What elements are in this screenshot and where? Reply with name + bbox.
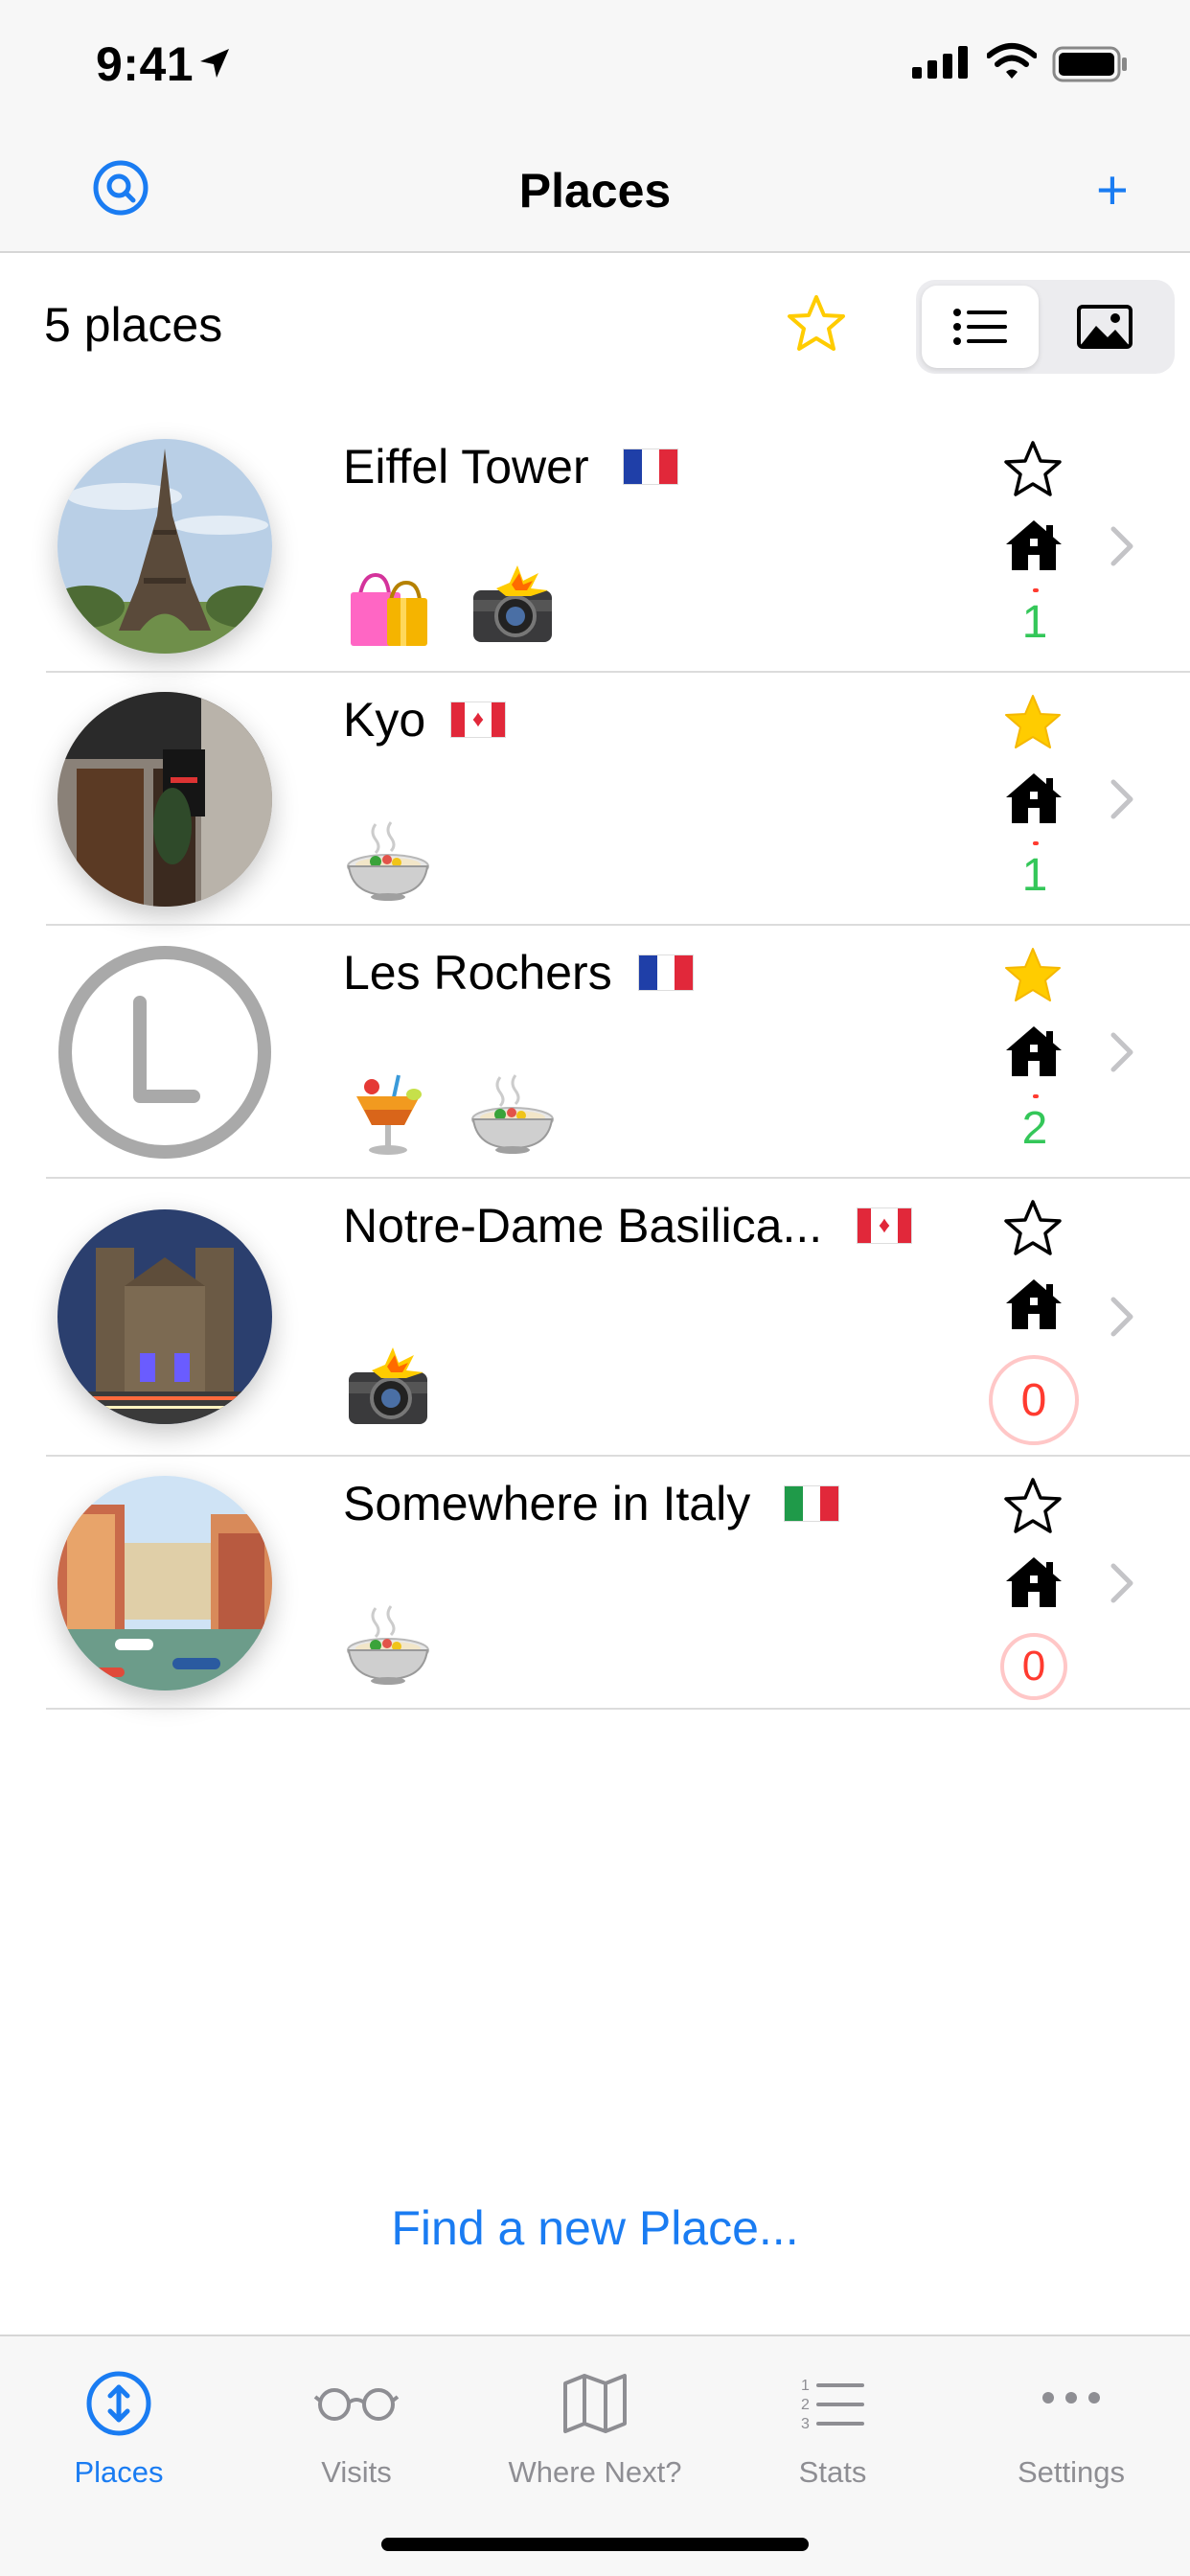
home-icon xyxy=(1004,518,1064,573)
tab-where-next[interactable]: Where Next? xyxy=(476,2358,714,2490)
places-count: 5 places xyxy=(44,298,223,352)
place-name: Eiffel Tower xyxy=(343,440,589,494)
list-view-button[interactable] xyxy=(922,286,1039,368)
favorite-star-icon[interactable] xyxy=(1002,692,1064,753)
wifi-icon xyxy=(987,43,1037,79)
camera-flash-icon xyxy=(468,562,558,652)
home-icon xyxy=(1004,1554,1064,1610)
tab-visits[interactable]: Visits xyxy=(238,2358,475,2490)
list-icon xyxy=(953,309,1007,345)
place-row[interactable]: Kyo ♦ 1 xyxy=(0,673,1190,926)
row-divider xyxy=(46,1708,1190,1710)
cellular-signal-icon xyxy=(912,46,968,79)
camera-flash-icon xyxy=(343,1344,433,1434)
place-row[interactable]: Les Rochers 2 xyxy=(0,926,1190,1179)
place-row[interactable]: Eiffel Tower 1 xyxy=(0,420,1190,673)
chevron-right-icon xyxy=(1108,1031,1136,1073)
favorites-filter-star-icon[interactable] xyxy=(786,293,847,355)
favorite-star-icon[interactable] xyxy=(1002,945,1064,1006)
more-icon xyxy=(1042,2392,1100,2404)
home-icon xyxy=(1004,1276,1064,1332)
home-icon xyxy=(1004,770,1064,826)
category-icons xyxy=(343,562,558,652)
svg-text:3: 3 xyxy=(801,2416,810,2432)
navigation-bar: 9:41 Places + xyxy=(0,0,1190,253)
category-icons xyxy=(343,815,433,905)
place-photo xyxy=(57,1476,272,1690)
visit-count-zero: 0 xyxy=(1000,1633,1067,1700)
chevron-right-icon xyxy=(1108,778,1136,820)
france-flag-icon xyxy=(638,954,694,991)
photo-view-button[interactable] xyxy=(1046,286,1163,368)
place-name: Notre-Dame Basilica... xyxy=(343,1199,823,1253)
visit-count-zero: 0 xyxy=(989,1355,1079,1445)
place-name: Somewhere in Italy xyxy=(343,1477,751,1530)
numbered-list-icon: 1 2 3 xyxy=(801,2378,864,2432)
add-place-button[interactable]: + xyxy=(1096,163,1129,218)
svg-text:1: 1 xyxy=(801,2378,810,2394)
map-icon xyxy=(563,2374,627,2433)
page-title: Places xyxy=(518,164,672,218)
canada-flag-icon: ♦ xyxy=(450,702,506,738)
place-row[interactable]: Notre-Dame Basilica... ♦ 0 xyxy=(0,1179,1190,1457)
place-letter-avatar xyxy=(57,945,272,1160)
tab-places[interactable]: Places xyxy=(0,2358,238,2490)
status-time: 9:41 xyxy=(96,37,195,91)
place-photo xyxy=(57,692,272,907)
place-name: Kyo xyxy=(343,693,426,747)
tab-stats[interactable]: 1 2 3 Stats xyxy=(714,2358,951,2490)
favorite-star-icon[interactable] xyxy=(1002,1198,1064,1259)
france-flag-icon xyxy=(623,448,678,485)
category-icons xyxy=(343,1598,433,1689)
tab-settings[interactable]: Settings xyxy=(952,2358,1190,2490)
place-row[interactable]: Somewhere in Italy 0 xyxy=(0,1457,1190,1710)
home-indicator xyxy=(381,2538,809,2551)
find-new-place-link[interactable]: Find a new Place... xyxy=(0,2200,1190,2256)
view-mode-segmented-control xyxy=(916,280,1175,374)
italy-flag-icon xyxy=(784,1485,839,1522)
cocktail-icon xyxy=(343,1068,433,1158)
chevron-right-icon xyxy=(1108,1296,1136,1338)
category-icons xyxy=(343,1068,558,1158)
chevron-right-icon xyxy=(1108,1562,1136,1604)
shopping-bags-icon xyxy=(343,562,433,652)
favorite-star-icon[interactable] xyxy=(1002,439,1064,500)
home-icon xyxy=(1004,1024,1064,1079)
places-icon xyxy=(86,2371,151,2436)
glasses-icon xyxy=(313,2388,400,2421)
battery-icon xyxy=(1052,46,1127,82)
photo-icon xyxy=(1077,305,1133,349)
chevron-right-icon xyxy=(1108,525,1136,567)
visit-count: 1 xyxy=(996,841,1073,902)
place-name: Les Rochers xyxy=(343,946,612,1000)
visit-count: 2 xyxy=(996,1094,1073,1155)
favorite-star-icon[interactable] xyxy=(1002,1476,1064,1537)
svg-text:2: 2 xyxy=(801,2397,810,2413)
place-photo xyxy=(57,1209,272,1424)
food-bowl-icon xyxy=(343,815,433,905)
canada-flag-icon: ♦ xyxy=(857,1208,912,1244)
visit-count: 1 xyxy=(996,588,1073,649)
location-arrow-icon xyxy=(200,49,229,78)
food-bowl-icon xyxy=(343,1598,433,1689)
category-icons xyxy=(343,1344,433,1434)
food-bowl-icon xyxy=(468,1068,558,1158)
place-photo xyxy=(57,439,272,654)
